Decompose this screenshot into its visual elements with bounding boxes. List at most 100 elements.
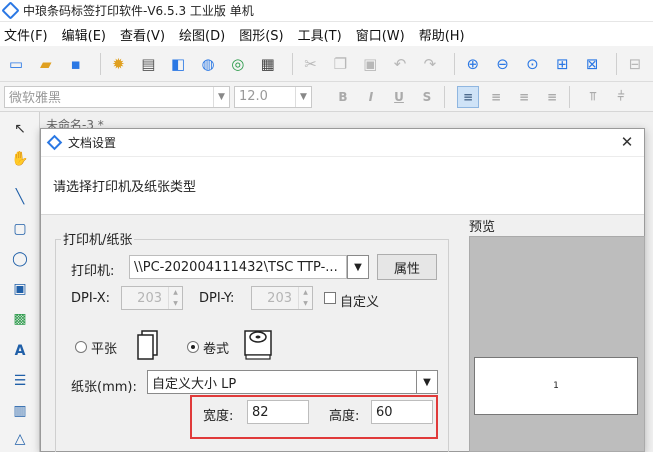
zoom-out-icon[interactable]: ⊖ <box>491 52 515 76</box>
chevron-down-icon[interactable]: ▼ <box>347 255 369 279</box>
undo-icon[interactable]: ↶ <box>388 52 412 76</box>
open-folder-icon[interactable]: ▰ <box>34 52 58 76</box>
text-tool-icon[interactable]: A <box>9 340 31 362</box>
strikethrough-button[interactable]: S <box>416 86 438 108</box>
printer-select[interactable]: \\PC-202004111432\TSC TTP-... <box>129 255 347 279</box>
align-right-icon[interactable]: ≡ <box>513 86 535 108</box>
bold-button[interactable]: B <box>332 86 354 108</box>
dpi-x-input[interactable]: 203 ▲ ▼ <box>121 286 183 310</box>
menu-shape[interactable]: 图形(S) <box>239 25 283 44</box>
toolbar-separator <box>291 52 293 75</box>
pan-icon[interactable]: ✋ <box>9 148 31 170</box>
dialog-title-bar: 文档设置 <box>41 129 644 157</box>
pointer-icon[interactable]: ↖ <box>9 118 31 140</box>
menu-window[interactable]: 窗口(W) <box>356 25 405 44</box>
database-icon[interactable]: ◍ <box>196 52 220 76</box>
preview-paper: 1 <box>474 357 638 415</box>
paper-size-value: 自定义大小 LP <box>152 376 237 392</box>
size-highlight-box <box>190 395 438 439</box>
dialog-prompt: 请选择打印机及纸张类型 <box>41 157 644 215</box>
menu-draw[interactable]: 绘图(D) <box>179 25 225 44</box>
sheet-label: 平张 <box>91 342 118 357</box>
menu-tools[interactable]: 工具(T) <box>298 25 342 44</box>
dialog-title: 文档设置 <box>68 136 117 150</box>
dpi-x-label: DPI-X: <box>71 291 111 306</box>
toolbar-separator <box>616 52 618 75</box>
italic-button[interactable]: I <box>360 86 382 108</box>
preview-panel: 1 <box>469 236 645 452</box>
cut-icon[interactable]: ✂ <box>299 52 323 76</box>
printer-label: 打印机: <box>71 264 115 279</box>
paste-icon[interactable]: ▣ <box>358 52 382 76</box>
grid-icon[interactable]: ▦ <box>256 52 280 76</box>
align-left-icon[interactable]: ≡ <box>457 85 479 108</box>
printer-paper-group-title: 打印机/纸张 <box>61 229 135 248</box>
custom-checkbox[interactable] <box>324 292 336 304</box>
menu-edit[interactable]: 编辑(E) <box>62 25 106 44</box>
fit-width-icon[interactable]: ⊠ <box>580 52 604 76</box>
close-icon[interactable]: ✕ <box>618 133 636 151</box>
dialog-logo-icon <box>46 134 63 151</box>
menu-view[interactable]: 查看(V) <box>120 25 165 44</box>
toolbar-separator <box>444 85 445 108</box>
spin-arrows-icon[interactable]: ▲ ▼ <box>168 287 182 309</box>
dpi-x-value: 203 <box>137 290 162 306</box>
settings-gear-icon[interactable]: ✹ <box>107 52 131 76</box>
save-icon[interactable]: ▪ <box>64 52 88 76</box>
preview-page-number: 1 <box>553 381 559 391</box>
sheet-paper-icon <box>137 330 158 360</box>
dpi-y-value: 203 <box>267 290 292 306</box>
properties-button[interactable]: 属性 <box>377 254 437 280</box>
align-center-icon[interactable]: ≡ <box>485 86 507 108</box>
vertical-align-top-icon[interactable]: ⫪ <box>582 86 604 108</box>
rich-text-tool-icon[interactable]: ☰ <box>9 370 31 392</box>
roll-label: 卷式 <box>203 342 230 357</box>
chevron-down-icon[interactable]: ▼ <box>213 86 229 107</box>
chevron-down-icon[interactable]: ▼ <box>295 86 311 107</box>
print-icon[interactable]: ▤ <box>136 52 160 76</box>
printer-value: \\PC-202004111432\TSC TTP-... <box>134 259 338 275</box>
dpi-y-input[interactable]: 203 ▲ ▼ <box>251 286 313 310</box>
menu-help[interactable]: 帮助(H) <box>419 25 465 44</box>
font-size-select[interactable]: 12.0 ▼ <box>234 85 312 108</box>
font-toolbar: 微软雅黑 ▼ 12.0 ▼ B I U S ≡ ≡ ≡ ≡ ⫪ ⫩ <box>0 82 653 112</box>
spin-arrows-icon[interactable]: ▲ ▼ <box>298 287 312 309</box>
copy-icon[interactable]: ❐ <box>328 52 352 76</box>
toolbar-separator <box>453 52 455 75</box>
paper-size-label: 纸张(mm): <box>71 380 137 395</box>
custom-label: 自定义 <box>340 295 380 310</box>
menu-bar: 文件(F) 编辑(E) 查看(V) 绘图(D) 图形(S) 工具(T) 窗口(W… <box>0 22 653 46</box>
font-size-value: 12.0 <box>239 89 268 104</box>
preview-label: 预览 <box>469 220 496 235</box>
roll-radio[interactable] <box>187 341 199 353</box>
fit-page-icon[interactable]: ⊞ <box>550 52 574 76</box>
vertical-align-middle-icon[interactable]: ⫩ <box>610 86 632 108</box>
drawing-tools-panel: ↖ ✋ ╲ ▢ ◯ ▣ ▩ A ☰ ▥ △ <box>0 112 40 452</box>
paper-size-select[interactable]: 自定义大小 LP <box>147 370 417 394</box>
ellipse-tool-icon[interactable]: ◯ <box>9 248 31 270</box>
barcode-tool-icon[interactable]: ▥ <box>9 400 31 422</box>
zoom-actual-icon[interactable]: ⊙ <box>521 52 545 76</box>
sheet-radio[interactable] <box>75 341 87 353</box>
align-justify-icon[interactable]: ≡ <box>541 86 563 108</box>
rectangle-tool-icon[interactable]: ▢ <box>9 218 31 240</box>
new-document-icon[interactable]: ▭ <box>4 52 28 76</box>
roll-paper-icon <box>244 330 272 360</box>
align-objects-icon[interactable]: ⊟ <box>623 52 647 76</box>
zoom-in-icon[interactable]: ⊕ <box>461 52 485 76</box>
toolbar-separator <box>99 52 101 75</box>
image-tool-icon[interactable]: ▣ <box>9 278 31 300</box>
chevron-down-icon[interactable]: ▼ <box>416 370 438 394</box>
dpi-y-label: DPI-Y: <box>199 291 235 306</box>
shape-tool-icon[interactable]: △ <box>9 428 31 450</box>
underline-button[interactable]: U <box>388 86 410 108</box>
redo-icon[interactable]: ↷ <box>418 52 442 76</box>
print-preview-icon[interactable]: ◧ <box>166 52 190 76</box>
line-tool-icon[interactable]: ╲ <box>9 186 31 208</box>
database-settings-icon[interactable]: ◎ <box>226 52 250 76</box>
window-title: 中琅条码标签打印软件-V6.5.3 工业版 单机 <box>23 4 254 18</box>
toolbar-separator <box>569 85 570 108</box>
font-name-select[interactable]: 微软雅黑 ▼ <box>4 85 230 108</box>
picture-tool-icon[interactable]: ▩ <box>9 308 31 330</box>
menu-file[interactable]: 文件(F) <box>4 25 48 44</box>
